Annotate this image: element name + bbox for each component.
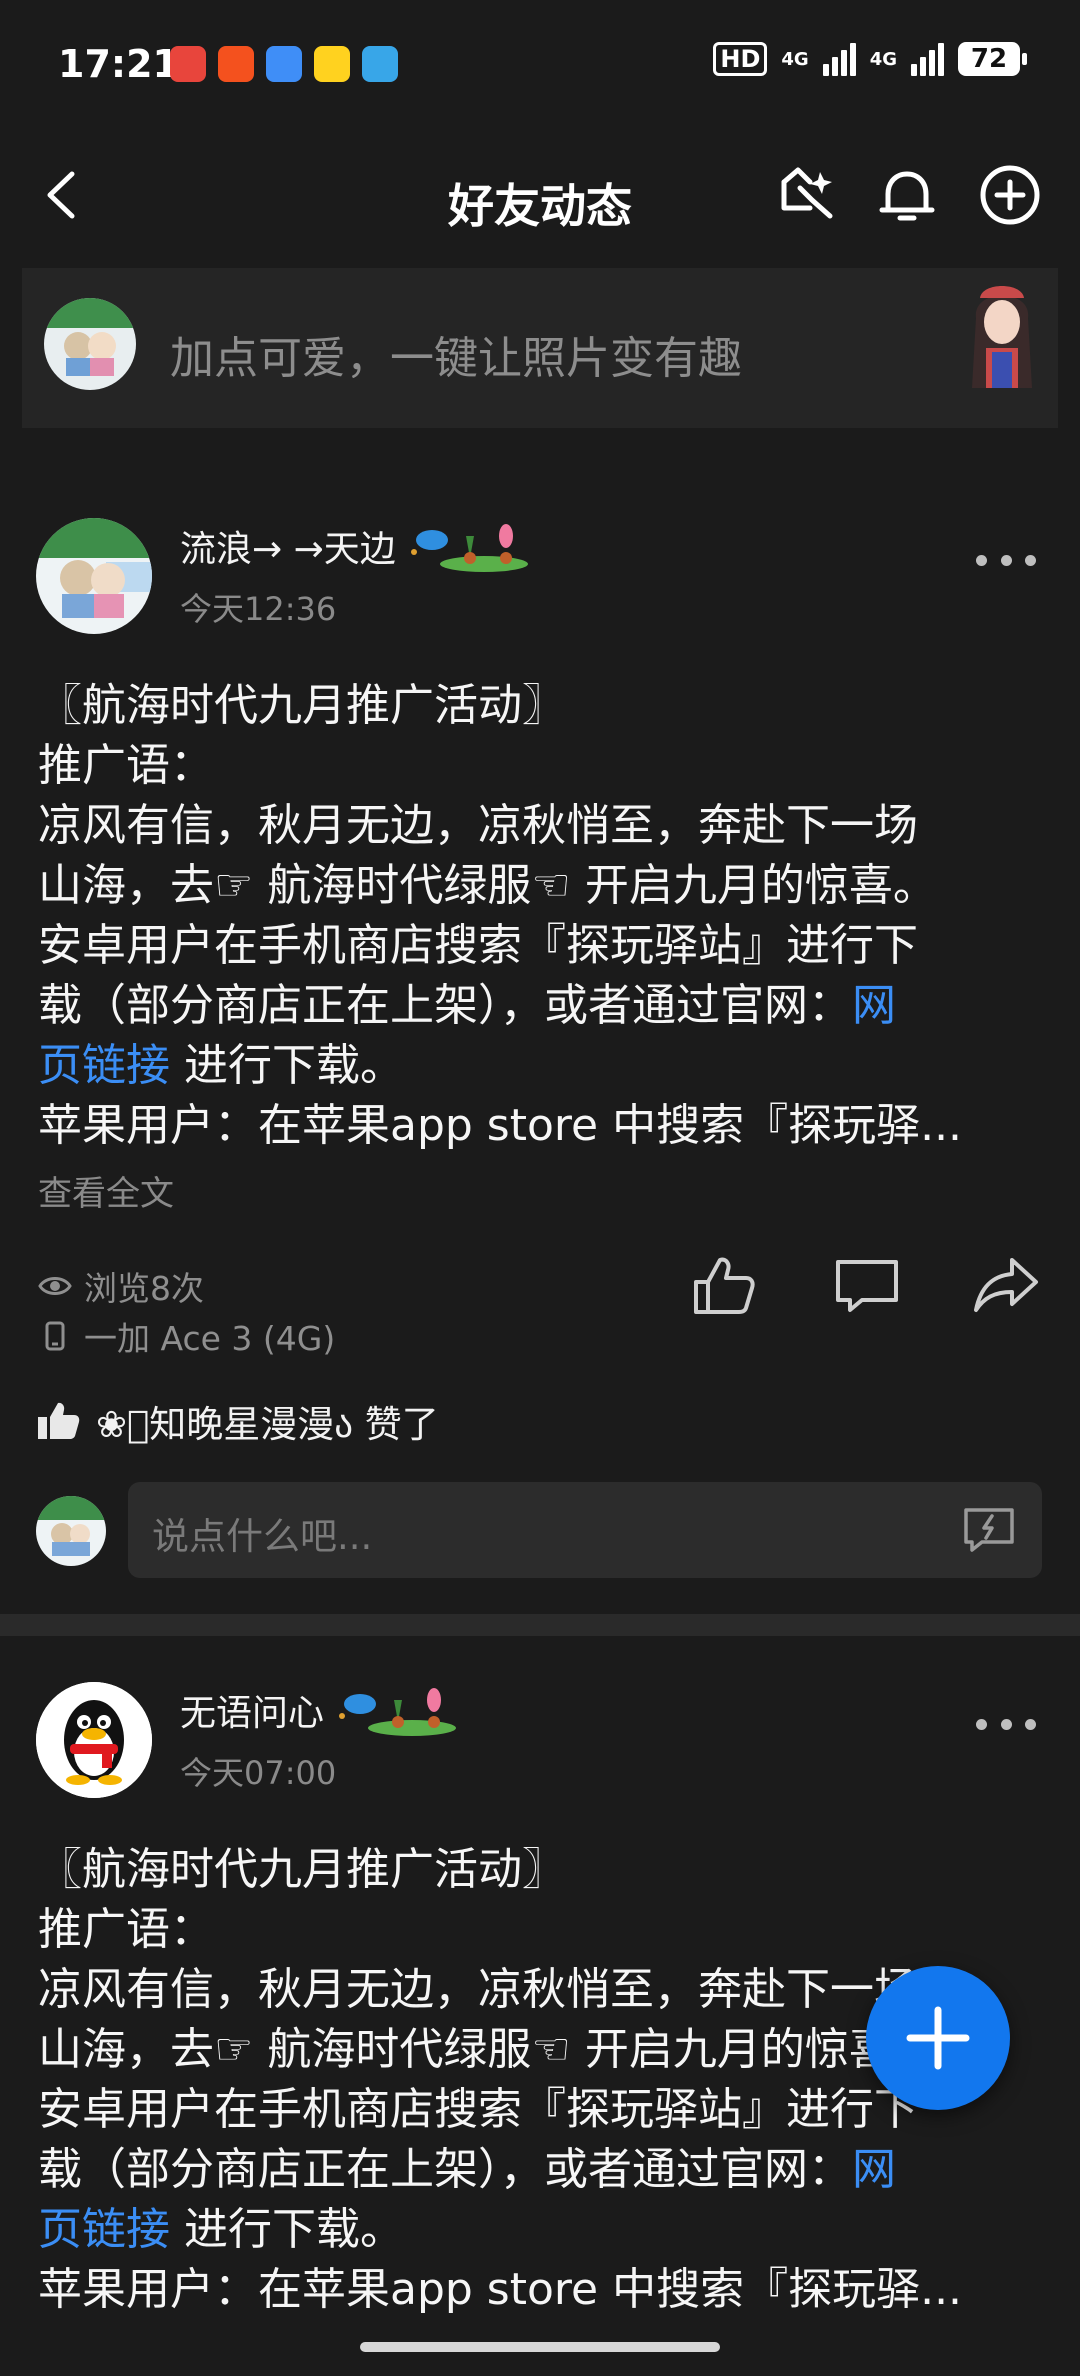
liked-by-row[interactable]: ❀ུ知晚星漫漫ა 赞了	[36, 1394, 439, 1448]
status-time: 17:21	[58, 42, 179, 86]
view-count: 浏览8次	[38, 1262, 204, 1310]
notification-icons	[170, 46, 398, 82]
hd-icon: HD	[713, 42, 768, 76]
video-app-icon	[218, 46, 254, 82]
comment-input[interactable]: 说点什么吧...	[128, 1482, 1042, 1578]
phone-icon	[45, 1321, 65, 1351]
net2-label: 4G	[869, 48, 897, 70]
view-full-text-link[interactable]: 查看全文	[38, 1166, 174, 1215]
my-avatar	[36, 1496, 106, 1566]
post-line: 苹果用户：在苹果app store 中搜索『探玩驿...	[38, 1100, 963, 1151]
post-author[interactable]: 无语问心	[180, 1682, 464, 1738]
post-line: 山海，去☞ 航海时代绿服☜ 开启九月的惊喜。	[38, 860, 937, 911]
anime-girl-image	[972, 286, 1032, 388]
add-circle-icon[interactable]	[975, 160, 1045, 230]
web-link-part1[interactable]: 网	[852, 980, 896, 1031]
top-navbar: 好友动态	[0, 130, 1080, 260]
status-bar: 17:21 HD 4G 4G 72	[0, 0, 1080, 130]
post-line: 进行下载。	[170, 2204, 404, 2255]
bell-icon[interactable]	[872, 160, 942, 230]
signal-icon-2	[911, 42, 944, 76]
post-avatar[interactable]	[36, 1682, 152, 1798]
comment-placeholder: 说点什么吧...	[152, 1515, 373, 1558]
feed-post: 流浪→ →天边 今天12:36 〖航海时代九月推广活动〗 推广语： 凉风有信，秋…	[0, 470, 1080, 1610]
new-post-fab[interactable]	[866, 1966, 1010, 2110]
signal-icon	[822, 42, 856, 76]
music-app-icon	[170, 46, 206, 82]
post-time: 今天12:36	[180, 590, 337, 628]
more-options-icon[interactable]	[976, 550, 1036, 570]
post-line: 安卓用户在手机商店搜索『探玩驿站』进行下	[38, 920, 918, 971]
post-line: 〖航海时代九月推广活动〗	[38, 680, 566, 731]
badge-icon	[410, 524, 528, 572]
post-line: 凉风有信，秋月无边，凉秋悄至，奔赴下一场	[38, 800, 918, 851]
photo-fun-banner[interactable]: 加点可爱，一键让照片变有趣	[22, 268, 1058, 428]
post-body[interactable]: 〖航海时代九月推广活动〗 推广语： 凉风有信，秋月无边，凉秋悄至，奔赴下一场 山…	[38, 676, 1048, 1156]
post-line: 〖航海时代九月推广活动〗	[38, 1844, 566, 1895]
web-link-part1[interactable]: 网	[852, 2144, 896, 2195]
share-icon[interactable]	[972, 1250, 1042, 1320]
net1-label: 4G	[781, 48, 809, 70]
web-link[interactable]: 页链接	[38, 1040, 170, 1091]
more-options-icon[interactable]	[976, 1714, 1036, 1734]
badge-icon	[339, 1688, 457, 1736]
promo-text: 加点可爱，一键让照片变有趣	[170, 333, 742, 384]
post-line: 进行下载。	[170, 1040, 404, 1091]
liked-thumb-icon	[38, 1402, 80, 1439]
device-label: 一加 Ace 3 (4G)	[84, 1319, 336, 1358]
liked-by-label: ❀ུ知晚星漫漫ა 赞了	[96, 1403, 439, 1446]
user-avatar	[44, 298, 136, 390]
view-count-label: 浏览8次	[84, 1269, 204, 1308]
post-line: 推广语：	[38, 1904, 214, 1955]
weather-app-icon	[266, 46, 302, 82]
web-link[interactable]: 页链接	[38, 2204, 170, 2255]
eye-icon	[38, 1277, 72, 1295]
post-author-name: 无语问心	[180, 1693, 325, 1734]
post-line: 推广语：	[38, 740, 214, 791]
meituan-app-icon	[314, 46, 350, 82]
post-line: 载（部分商店正在上架），或者通过官网：	[38, 2144, 852, 2195]
post-divider	[0, 1614, 1080, 1636]
magic-edit-icon[interactable]	[770, 160, 840, 230]
post-avatar[interactable]	[36, 518, 152, 634]
post-time: 今天07:00	[180, 1754, 337, 1792]
telegram-app-icon	[362, 46, 398, 82]
post-line: 苹果用户：在苹果app store 中搜索『探玩驿...	[38, 2264, 963, 2315]
post-author[interactable]: 流浪→ →天边	[180, 518, 536, 574]
like-icon[interactable]	[688, 1250, 758, 1320]
emoji-icon[interactable]	[962, 1504, 1016, 1554]
post-author-name: 流浪→ →天边	[180, 529, 396, 570]
system-icons: HD 4G 4G 72	[713, 42, 1027, 76]
device-info: 一加 Ace 3 (4G)	[38, 1312, 335, 1360]
home-indicator[interactable]	[360, 2342, 720, 2352]
comment-icon[interactable]	[832, 1250, 902, 1320]
battery-icon: 72	[958, 42, 1027, 76]
post-line: 载（部分商店正在上架），或者通过官网：	[38, 980, 852, 1031]
